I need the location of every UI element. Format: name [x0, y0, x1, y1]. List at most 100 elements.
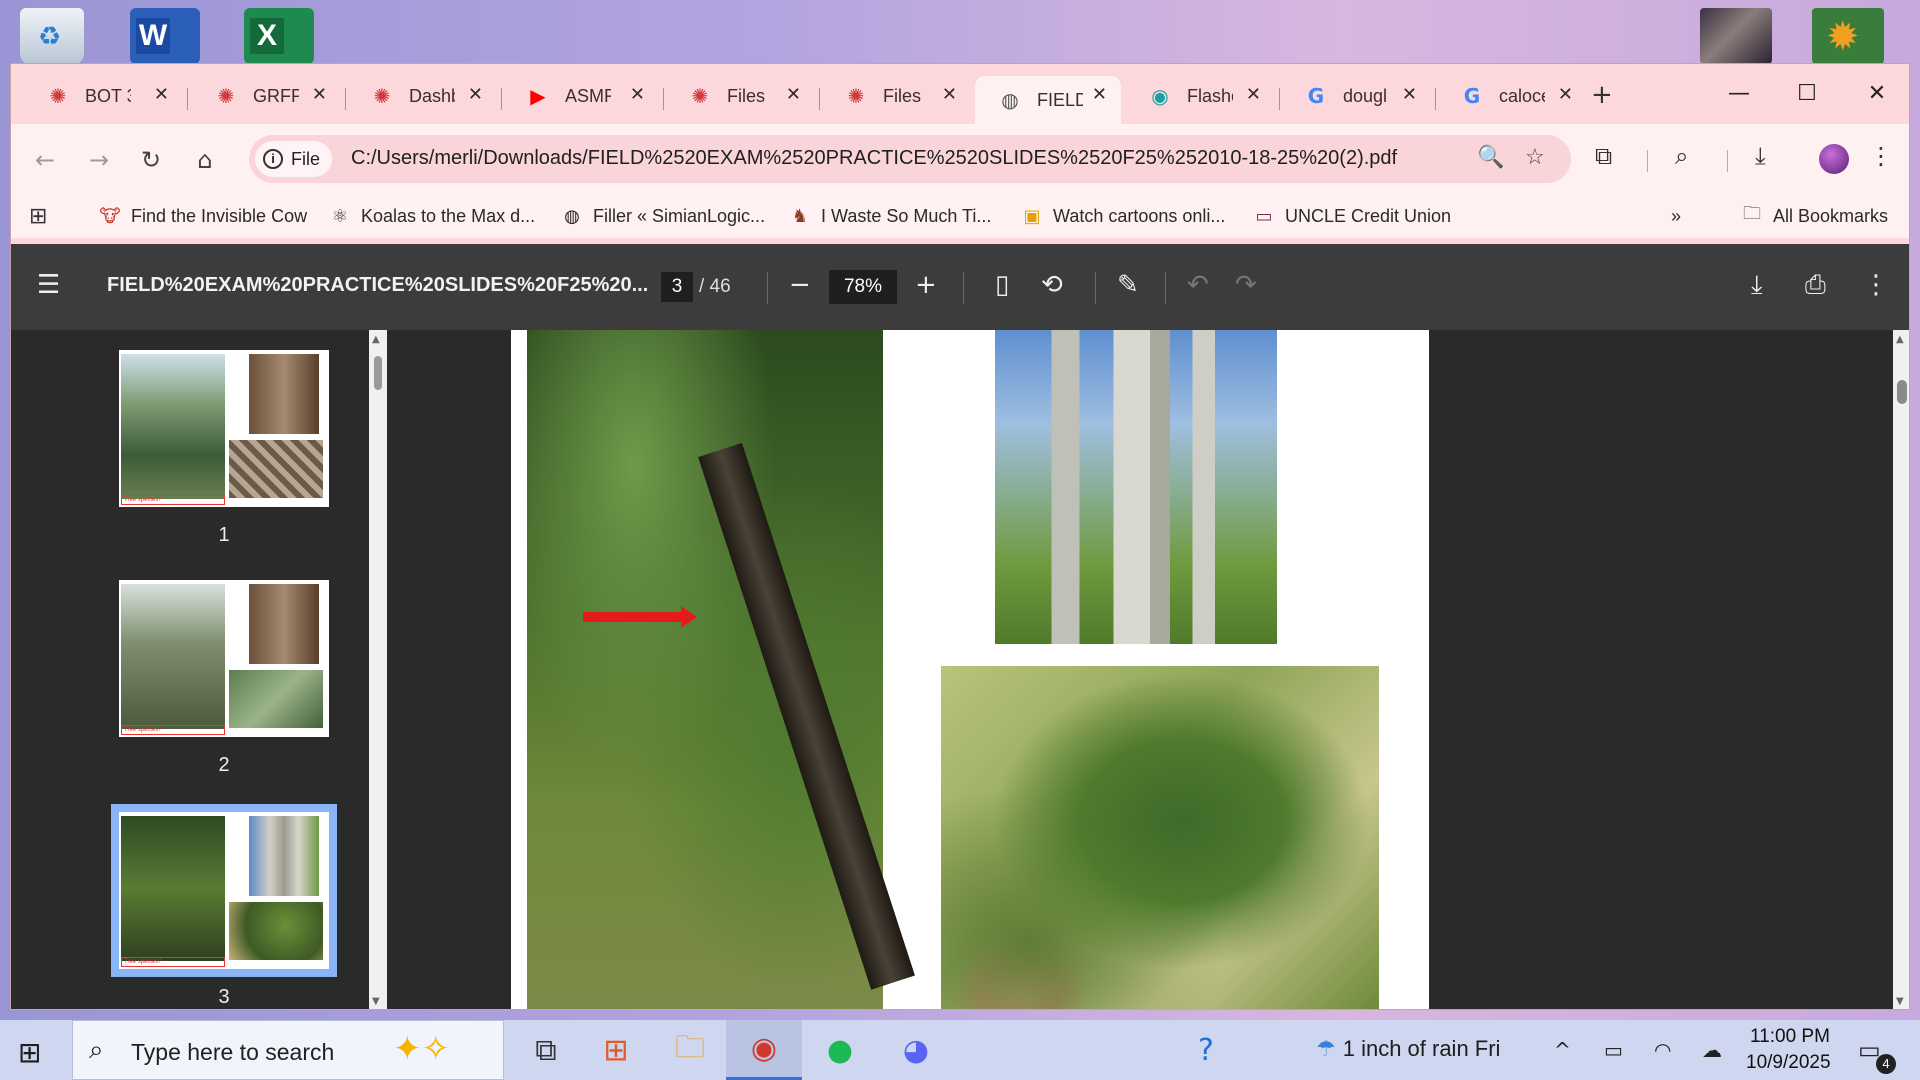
close-icon[interactable]: ✕: [942, 84, 957, 105]
clock-date[interactable]: 10/9/2025: [1746, 1052, 1831, 1074]
help-icon[interactable]: ?: [1168, 1020, 1244, 1080]
download-icon[interactable]: ⤓: [1755, 142, 1766, 170]
bookmark-item[interactable]: 🐮 Find the Invisible Cow: [99, 202, 307, 230]
bookmarks-overflow-button[interactable]: »: [1671, 202, 1681, 230]
minimize-button[interactable]: —: [1709, 74, 1769, 114]
bookmark-item[interactable]: ▭ UNCLE Credit Union: [1253, 202, 1451, 230]
zoom-level-input[interactable]: 78%: [829, 270, 897, 304]
close-icon[interactable]: ✕: [1402, 84, 1417, 105]
word-icon[interactable]: W: [130, 8, 200, 64]
search-input[interactable]: ⌕ Type here to search ✦✧: [72, 1020, 504, 1080]
discord-icon[interactable]: ◕: [878, 1020, 954, 1080]
pdf-toolbar: ☰ FIELD%20EXAM%20PRACTICE%20SLIDES%20F25…: [11, 244, 1909, 330]
thumbnail-sidebar: Tree species? 1 Tree species? 2 Tree spe…: [11, 330, 369, 1009]
weather-text: 1 inch of rain Fri: [1342, 1036, 1501, 1061]
close-window-button[interactable]: ✕: [1847, 74, 1907, 114]
draw-annotation-icon[interactable]: ✎: [1117, 270, 1139, 300]
tab[interactable]: ✺ Files ✕: [821, 76, 971, 116]
tab[interactable]: ✺ BOT 3 ✕: [23, 76, 183, 116]
kebab-menu-icon[interactable]: ⋮: [1869, 142, 1893, 170]
undo-icon[interactable]: ↶: [1187, 270, 1209, 300]
more-options-icon[interactable]: ⋮: [1863, 270, 1889, 300]
sidebar-scrollbar[interactable]: ▲ ▼: [369, 330, 387, 1009]
print-icon[interactable]: ⎙: [1805, 270, 1826, 301]
page-number-input[interactable]: 3: [661, 272, 693, 302]
umbrella-icon: ☂: [1316, 1037, 1343, 1062]
sparkle-icon: ✦✧: [393, 1029, 450, 1069]
tab[interactable]: G caloce ✕: [1437, 76, 1587, 116]
bookmark-item[interactable]: ◍ Filler « SimianLogic...: [561, 202, 765, 230]
page-thumbnail-active[interactable]: Tree species?: [111, 804, 337, 977]
wifi-icon[interactable]: ◠: [1654, 1038, 1671, 1062]
close-icon[interactable]: ✕: [154, 84, 169, 105]
search-tabs-icon[interactable]: ⌕: [1675, 142, 1688, 170]
tab[interactable]: ✺ GRFP ✕: [191, 76, 341, 116]
tab[interactable]: ✺ Dashb ✕: [347, 76, 497, 116]
tab-title: FIELD: [1037, 89, 1083, 110]
close-icon[interactable]: ✕: [468, 84, 483, 105]
canvas-icon: ✺: [49, 84, 67, 108]
file-explorer-icon[interactable]: 🗀: [652, 1020, 728, 1080]
cow-icon: 🐮: [99, 205, 121, 227]
zoom-out-icon[interactable]: −: [789, 270, 811, 300]
tab-title: Dashb: [409, 85, 455, 106]
tab[interactable]: G dougl ✕: [1281, 76, 1431, 116]
pdf-page: [511, 330, 1429, 1009]
close-icon[interactable]: ✕: [312, 84, 327, 105]
chrome-icon[interactable]: ◉: [726, 1020, 802, 1080]
tab[interactable]: ▶ ASMR ✕: [503, 76, 659, 116]
back-button[interactable]: ←: [25, 140, 65, 180]
maximize-button[interactable]: ☐: [1777, 74, 1837, 114]
tab[interactable]: ✺ Files ✕: [665, 76, 815, 116]
download-icon[interactable]: ⤓: [1751, 270, 1763, 301]
weather-widget[interactable]: ☂ 1 inch of rain Fri: [1316, 1036, 1500, 1062]
bookmark-item[interactable]: ▣ Watch cartoons onli...: [1021, 202, 1225, 230]
fit-page-icon[interactable]: ▯: [995, 270, 1009, 300]
page-thumbnail[interactable]: Tree species?: [119, 350, 329, 507]
game-icon[interactable]: ✹: [1812, 8, 1884, 64]
bookmark-label: UNCLE Credit Union: [1285, 205, 1452, 226]
bookmarks-bar: ⊞ 🐮 Find the Invisible Cow ⚛ Koalas to t…: [11, 194, 1909, 238]
redo-icon[interactable]: ↷: [1235, 270, 1257, 300]
close-icon[interactable]: ✕: [1558, 84, 1573, 105]
windows-start-icon[interactable]: ⊞: [18, 1036, 41, 1069]
spotify-icon[interactable]: ●: [802, 1020, 878, 1080]
apps-grid-icon[interactable]: ⊞: [29, 204, 47, 229]
clock-time[interactable]: 11:00 PM: [1750, 1026, 1830, 1048]
store-icon[interactable]: ⊞: [578, 1020, 654, 1080]
cloud-icon[interactable]: ☁: [1702, 1038, 1722, 1062]
youtube-icon: ▶: [530, 84, 546, 108]
new-tab-button[interactable]: +: [1591, 80, 1613, 110]
task-view-icon[interactable]: ⧉: [508, 1020, 584, 1080]
tab-active[interactable]: ◍ FIELD ✕: [975, 76, 1121, 124]
all-bookmarks-button[interactable]: 🗀 All Bookmarks: [1741, 202, 1888, 230]
avatar-icon[interactable]: [1700, 8, 1772, 64]
close-icon[interactable]: ✕: [630, 84, 645, 105]
reload-button[interactable]: ↻: [131, 140, 171, 180]
close-icon[interactable]: ✕: [1092, 84, 1107, 105]
rotate-icon[interactable]: ⟲: [1041, 270, 1063, 300]
thumbnail-label: Tree species?: [121, 957, 225, 967]
recycle-bin-icon[interactable]: ♻: [20, 8, 84, 64]
avatar[interactable]: [1819, 144, 1849, 174]
home-button[interactable]: ⌂: [185, 140, 225, 180]
star-icon[interactable]: ☆: [1525, 145, 1545, 170]
close-icon[interactable]: ✕: [786, 84, 801, 105]
zoom-in-icon[interactable]: +: [915, 270, 937, 300]
zoom-icon[interactable]: 🔍: [1477, 145, 1504, 170]
page-thumbnail[interactable]: Tree species?: [119, 580, 329, 737]
chevron-up-icon[interactable]: ^: [1554, 1038, 1571, 1062]
page-scrollbar[interactable]: ▲ ▼: [1893, 330, 1909, 1009]
tab[interactable]: ◉ Flashc ✕: [1125, 76, 1275, 116]
hamburger-menu-icon[interactable]: ☰: [37, 270, 60, 300]
bookmark-item[interactable]: ⚛ Koalas to the Max d...: [329, 202, 535, 230]
battery-icon[interactable]: ▭: [1604, 1038, 1623, 1062]
excel-icon[interactable]: X: [244, 8, 314, 64]
extensions-icon[interactable]: ⧉: [1595, 142, 1612, 170]
site-info-chip[interactable]: i File: [255, 141, 333, 177]
url-text[interactable]: C:/Users/merli/Downloads/FIELD%2520EXAM%…: [351, 147, 1397, 170]
bookmark-item[interactable]: ♞ I Waste So Much Ti...: [789, 202, 991, 230]
forward-button[interactable]: →: [79, 140, 119, 180]
close-icon[interactable]: ✕: [1246, 84, 1261, 105]
address-bar[interactable]: i File C:/Users/merli/Downloads/FIELD%25…: [249, 135, 1571, 183]
